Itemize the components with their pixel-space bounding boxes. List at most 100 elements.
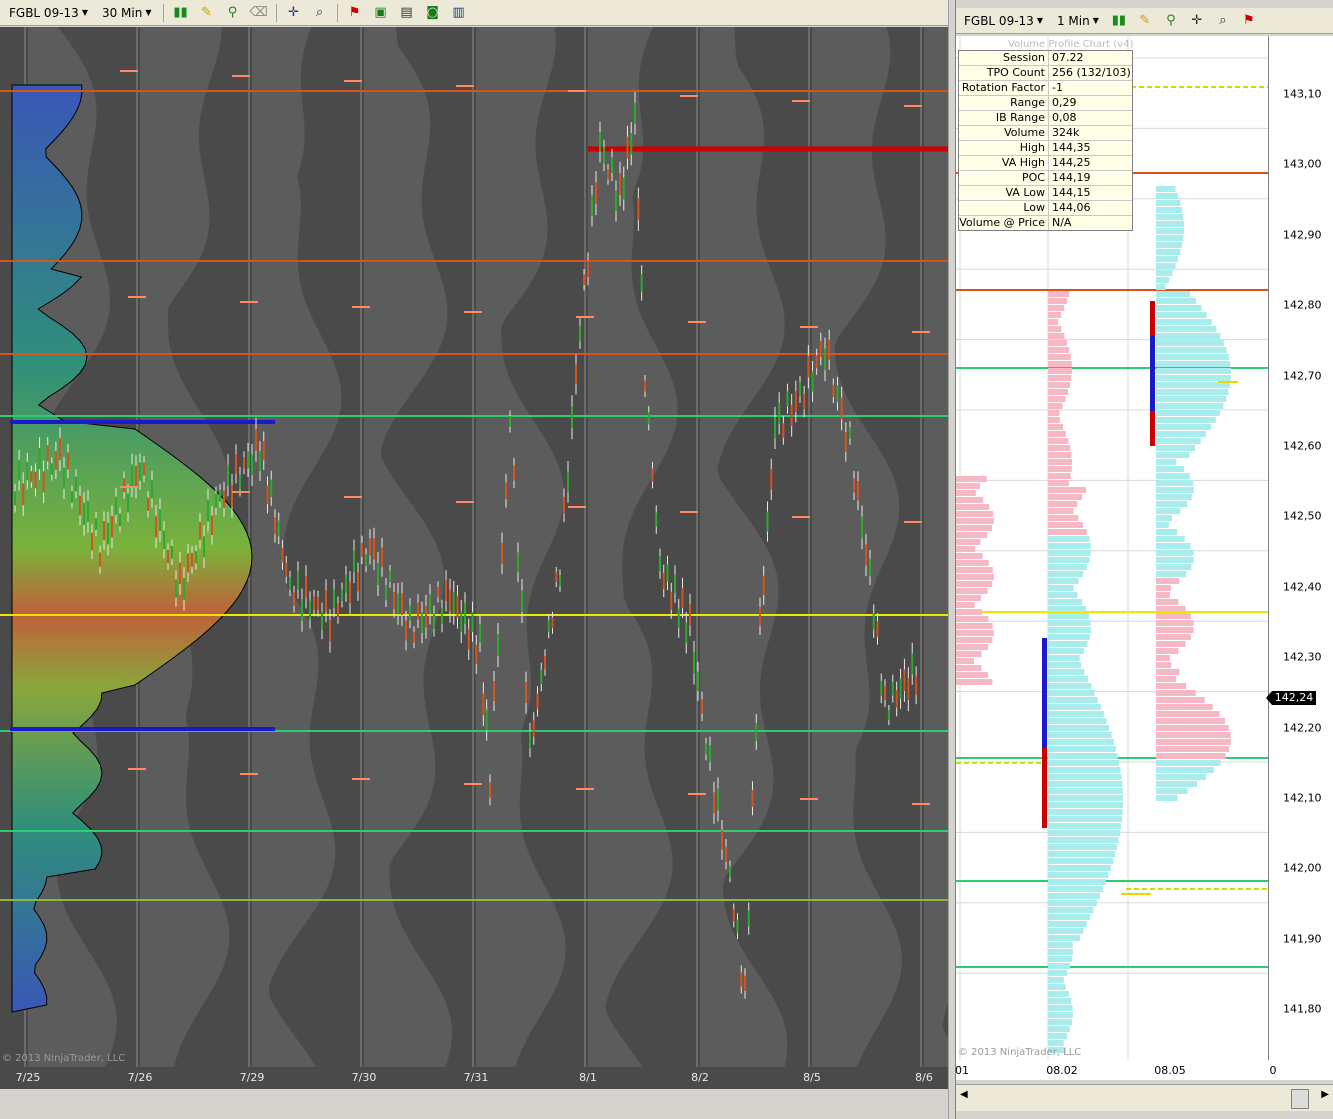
price-tick-label: 142,40 (1283, 580, 1322, 594)
tpo-row (1156, 466, 1184, 472)
left-instrument-selector[interactable]: FGBL 09-13 ▼ (4, 2, 93, 24)
crosshair-icon[interactable]: ✛ (1186, 10, 1208, 32)
candle-body (786, 391, 789, 407)
initial-balance-bar (1150, 301, 1155, 336)
data-box-icon[interactable]: ◙ (422, 2, 444, 24)
tpo-row (1048, 956, 1073, 962)
candle-body (540, 669, 543, 685)
candle-body (401, 593, 403, 616)
candle-body (26, 461, 29, 481)
price-tick-label: 142,70 (1283, 369, 1322, 383)
tpo-row (1048, 578, 1079, 584)
crosshair-icon[interactable]: ✛ (283, 2, 305, 24)
candle-body (50, 463, 53, 475)
scroll-thumb[interactable] (1291, 1089, 1309, 1109)
candle-body (583, 274, 585, 285)
info-value: N/A (1052, 216, 1072, 229)
tpo-row (1156, 459, 1177, 465)
tpo-row (1048, 389, 1069, 395)
panel-splitter[interactable] (948, 0, 956, 1119)
indicators-icon[interactable]: ⚑ (344, 2, 366, 24)
candle-body (544, 656, 546, 670)
tpo-row (956, 490, 976, 496)
candle-body (227, 464, 229, 486)
drawing-pencil-icon[interactable]: ✎ (1134, 10, 1156, 32)
candle-body (811, 371, 814, 392)
candle-body (467, 628, 470, 650)
tpo-row (1156, 746, 1230, 752)
tpo-row (956, 483, 980, 489)
tpo-row (1156, 354, 1229, 360)
bar-style-icon[interactable]: ▮▮ (1108, 10, 1130, 32)
candle-body (191, 552, 193, 567)
left-price-chart[interactable]: © 2013 NinjaTrader, LLC (0, 27, 948, 1067)
candle-body (681, 587, 684, 609)
tpo-row (1048, 802, 1123, 808)
drawing-tool-icon[interactable]: ⚲ (1160, 10, 1182, 32)
info-value: 07.22 (1052, 51, 1084, 64)
info-value: 144,35 (1052, 141, 1091, 154)
candle-body (693, 651, 695, 674)
candle-body (709, 745, 711, 763)
candle-body (674, 574, 676, 594)
tpo-row (1156, 522, 1169, 528)
price-axis[interactable]: 143,10 143,00 142,90 142,80 142,70 142,60 142,… (1268, 36, 1333, 1060)
tpo-row (1048, 606, 1087, 612)
indicators-icon[interactable]: ⚑ (1238, 10, 1260, 32)
left-interval-selector[interactable]: 30 Min ▼ (97, 2, 157, 24)
chevron-down-icon: ▼ (81, 8, 88, 17)
tpo-row (1048, 354, 1071, 360)
tpo-row (1048, 571, 1084, 577)
candle-body (460, 610, 463, 633)
candle-body (321, 611, 323, 630)
chart-properties-icon[interactable]: ▤ (396, 2, 418, 24)
scroll-right-icon[interactable]: ▶ (1321, 1089, 1329, 1100)
tpo-row (956, 630, 994, 636)
tpo-row (956, 497, 984, 503)
candle-body (509, 416, 511, 427)
strategies-icon[interactable]: ▣ (370, 2, 392, 24)
tpo-row (1048, 522, 1084, 528)
candle-body (95, 518, 97, 530)
candle-body (445, 580, 447, 602)
candle-body (175, 579, 177, 598)
tpo-row (1048, 382, 1071, 388)
tpo-row (1048, 984, 1066, 990)
candle-body (662, 572, 665, 589)
scroll-left-icon[interactable]: ◀ (960, 1089, 968, 1100)
bar-style-icon[interactable]: ▮▮ (170, 2, 192, 24)
tpo-row (1048, 592, 1078, 598)
drawing-tool-icon[interactable]: ⚲ (222, 2, 244, 24)
zoom-icon[interactable]: ⌕ (1212, 10, 1234, 32)
horizontal-scrollbar[interactable]: ◀ ▶ (956, 1084, 1333, 1111)
candle-body (591, 195, 593, 216)
tpo-row (956, 560, 989, 566)
candle-body (872, 612, 875, 630)
tpo-row (1048, 536, 1090, 542)
tpo-row (1048, 634, 1090, 640)
tpo-row (1048, 452, 1072, 458)
info-key: VA High (959, 156, 1049, 170)
tpo-row (1048, 928, 1084, 934)
tpo-row (1156, 361, 1231, 367)
tpo-row (1048, 851, 1116, 857)
chevron-down-icon: ▼ (1092, 16, 1099, 25)
tpo-row (1048, 921, 1087, 927)
tpo-row (1048, 375, 1072, 381)
drawing-pencil-icon[interactable]: ✎ (196, 2, 218, 24)
info-key: VA Low (959, 186, 1049, 200)
candle-body (547, 620, 550, 633)
candle-body (63, 467, 65, 489)
tpo-row (1048, 732, 1112, 738)
info-value: -1 (1052, 81, 1063, 94)
panel-icon[interactable]: ▥ (448, 2, 470, 24)
session-profile-shape (588, 27, 678, 1067)
right-instrument-selector[interactable]: FGBL 09-13 ▼ (959, 10, 1048, 32)
right-interval-selector[interactable]: 1 Min ▼ (1052, 10, 1104, 32)
candle-body (305, 575, 307, 598)
eraser-icon[interactable]: ⌫ (248, 2, 270, 24)
zoom-icon[interactable]: ⌕ (309, 2, 331, 24)
tpo-row (956, 679, 993, 685)
session-profile-shape (924, 27, 948, 1067)
tpo-row (1156, 312, 1207, 318)
